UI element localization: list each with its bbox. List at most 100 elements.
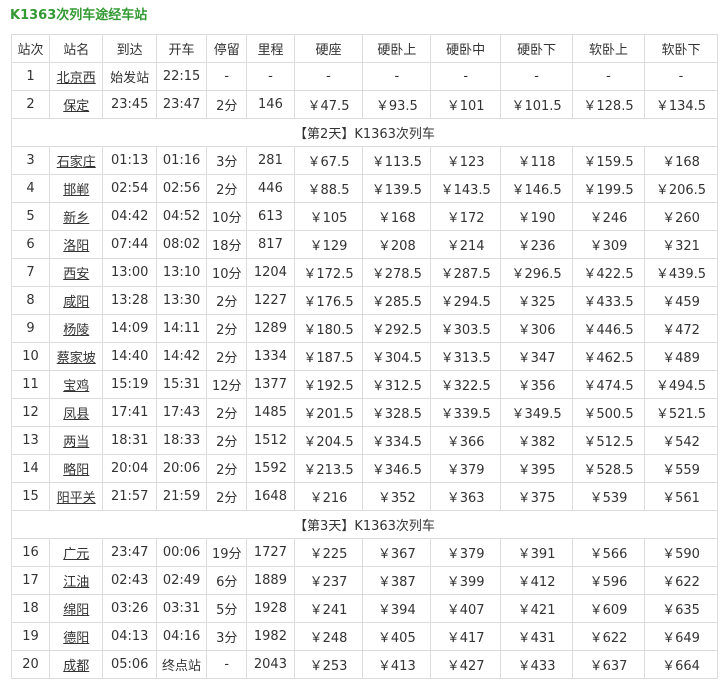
hard-seat-price-cell: ￥176.5	[293, 286, 364, 315]
station-name-cell[interactable]: 成都	[49, 650, 104, 679]
departure-time-cell: 13:10	[155, 258, 208, 287]
hard-sleeper-lower-price-cell: ￥325	[500, 286, 574, 315]
column-header-soft-sleeper-upper-price: 软卧上	[572, 34, 645, 63]
hard-seat-price-cell: ￥248	[293, 622, 364, 651]
station-link[interactable]: 北京西	[57, 71, 96, 86]
hard-sleeper-middle-price-cell: ￥427	[430, 650, 502, 679]
station-link[interactable]: 咸阳	[63, 295, 89, 310]
soft-sleeper-upper-price-cell: ￥474.5	[572, 370, 645, 399]
column-header-hard-sleeper-middle-price: 硬卧中	[430, 34, 502, 63]
arrival-time-cell: 始发站	[102, 62, 157, 91]
hard-sleeper-upper-price-cell: -	[362, 62, 432, 91]
station-link[interactable]: 新乡	[63, 211, 89, 226]
hard-sleeper-lower-price-cell: ￥236	[500, 230, 574, 259]
distance-cell: 1512	[246, 426, 295, 455]
station-name-cell[interactable]: 两当	[49, 426, 104, 455]
hard-seat-price-cell: ￥47.5	[293, 90, 364, 119]
station-link[interactable]: 凤县	[63, 407, 89, 422]
stop-duration-cell: 2分	[206, 398, 248, 427]
hard-seat-price-cell: ￥105	[293, 202, 364, 231]
station-link[interactable]: 洛阳	[63, 239, 89, 254]
hard-sleeper-upper-price-cell: ￥405	[362, 622, 432, 651]
station-link[interactable]: 石家庄	[57, 155, 96, 170]
soft-sleeper-lower-price-cell: ￥559	[643, 454, 719, 483]
stop-duration-cell: 2分	[206, 90, 248, 119]
arrival-time-cell: 07:44	[102, 230, 157, 259]
day-label: 【第2天】K1363次列车	[11, 118, 718, 147]
soft-sleeper-upper-price-cell: ￥433.5	[572, 286, 645, 315]
station-link[interactable]: 绵阳	[63, 603, 89, 618]
station-name-cell[interactable]: 阳平关	[49, 482, 104, 511]
station-number-cell: 10	[10, 342, 51, 371]
station-name-cell[interactable]: 石家庄	[49, 146, 104, 175]
station-name-cell[interactable]: 保定	[49, 90, 104, 119]
station-link[interactable]: 成都	[63, 659, 89, 674]
hard-sleeper-lower-price-cell: ￥391	[500, 538, 574, 567]
station-name-cell[interactable]: 广元	[49, 538, 104, 567]
table-row: 18 绵阳 03:26 03:31 5分 1928 ￥241 ￥394 ￥407 ￥421 ￥609…	[10, 594, 719, 623]
hard-seat-price-cell: ￥180.5	[293, 314, 364, 343]
soft-sleeper-upper-price-cell: ￥596	[572, 566, 645, 595]
arrival-time-cell: 05:06	[102, 650, 157, 679]
station-link[interactable]: 略阳	[63, 463, 89, 478]
hard-sleeper-upper-price-cell: ￥387	[362, 566, 432, 595]
station-link[interactable]: 阳平关	[57, 491, 96, 506]
soft-sleeper-upper-price-cell: ￥422.5	[572, 258, 645, 287]
station-name-cell[interactable]: 洛阳	[49, 230, 104, 259]
station-link[interactable]: 德阳	[63, 631, 89, 646]
station-name-cell[interactable]: 略阳	[49, 454, 104, 483]
table-row: 13 两当 18:31 18:33 2分 1512 ￥204.5 ￥334.5 ￥366 ￥382…	[10, 426, 719, 455]
hard-sleeper-lower-price-cell: ￥190	[500, 202, 574, 231]
station-link[interactable]: 宝鸡	[63, 379, 89, 394]
soft-sleeper-upper-price-cell: -	[572, 62, 645, 91]
station-link[interactable]: 杨陵	[63, 323, 89, 338]
arrival-time-cell: 04:13	[102, 622, 157, 651]
header-row: 站次 站名 到达 开车 停留 里程 硬座 硬卧上 硬卧中 硬卧下 软卧上 软卧下	[10, 34, 719, 63]
station-name-cell[interactable]: 北京西	[49, 62, 104, 91]
station-name-cell[interactable]: 蔡家坡	[49, 342, 104, 371]
hard-seat-price-cell: ￥204.5	[293, 426, 364, 455]
departure-time-cell: 04:16	[155, 622, 208, 651]
station-name-cell[interactable]: 江油	[49, 566, 104, 595]
station-link[interactable]: 保定	[63, 99, 89, 114]
hard-sleeper-upper-price-cell: ￥139.5	[362, 174, 432, 203]
station-name-cell[interactable]: 宝鸡	[49, 370, 104, 399]
station-name-cell[interactable]: 绵阳	[49, 594, 104, 623]
departure-time-cell: 08:02	[155, 230, 208, 259]
table-row: 19 德阳 04:13 04:16 3分 1982 ￥248 ￥405 ￥417 ￥431 ￥622…	[10, 622, 719, 651]
column-header-stop-duration: 停留	[206, 34, 248, 63]
table-row: 5 新乡 04:42 04:52 10分 613 ￥105 ￥168 ￥172 ￥190 ￥246 ￥…	[10, 202, 719, 231]
hard-seat-price-cell: ￥213.5	[293, 454, 364, 483]
soft-sleeper-lower-price-cell: ￥521.5	[643, 398, 719, 427]
station-name-cell[interactable]: 杨陵	[49, 314, 104, 343]
stop-duration-cell: 2分	[206, 174, 248, 203]
table-row: 16 广元 23:47 00:06 19分 1727 ￥225 ￥367 ￥379 ￥391 ￥56…	[10, 538, 719, 567]
departure-time-cell: 17:43	[155, 398, 208, 427]
station-link[interactable]: 江油	[63, 575, 89, 590]
station-name-cell[interactable]: 咸阳	[49, 286, 104, 315]
table-row: 9 杨陵 14:09 14:11 2分 1289 ￥180.5 ￥292.5 ￥303.5 ￥30…	[10, 314, 719, 343]
distance-cell: 1289	[246, 314, 295, 343]
station-link[interactable]: 广元	[63, 547, 89, 562]
station-name-cell[interactable]: 新乡	[49, 202, 104, 231]
soft-sleeper-lower-price-cell: ￥168	[643, 146, 719, 175]
station-link[interactable]: 蔡家坡	[57, 351, 96, 366]
arrival-time-cell: 03:26	[102, 594, 157, 623]
station-name-cell[interactable]: 邯郸	[49, 174, 104, 203]
station-link[interactable]: 两当	[63, 435, 89, 450]
table-row: 3 石家庄 01:13 01:16 3分 281 ￥67.5 ￥113.5 ￥123 ￥118 ￥1…	[10, 146, 719, 175]
station-name-cell[interactable]: 凤县	[49, 398, 104, 427]
station-name-cell[interactable]: 西安	[49, 258, 104, 287]
hard-seat-price-cell: -	[293, 62, 364, 91]
station-number-cell: 3	[10, 146, 51, 175]
station-number-cell: 13	[10, 426, 51, 455]
distance-cell: -	[246, 62, 295, 91]
station-link[interactable]: 邯郸	[63, 183, 89, 198]
station-name-cell[interactable]: 德阳	[49, 622, 104, 651]
soft-sleeper-lower-price-cell: ￥321	[643, 230, 719, 259]
hard-sleeper-upper-price-cell: ￥93.5	[362, 90, 432, 119]
station-link[interactable]: 西安	[63, 267, 89, 282]
hard-seat-price-cell: ￥129	[293, 230, 364, 259]
hard-seat-price-cell: ￥67.5	[293, 146, 364, 175]
hard-sleeper-lower-price-cell: ￥306	[500, 314, 574, 343]
